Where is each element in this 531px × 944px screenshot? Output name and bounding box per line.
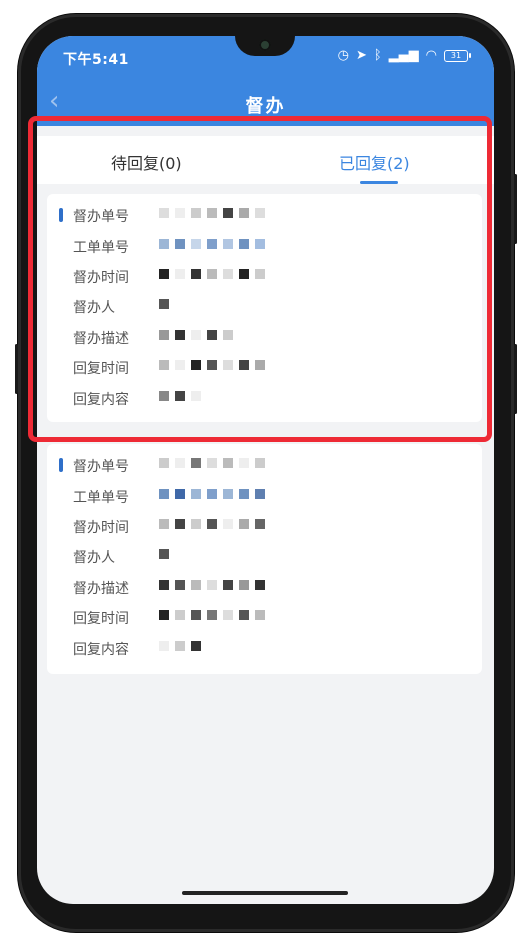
field-row: 督办人: [47, 545, 482, 567]
home-indicator[interactable]: [182, 891, 348, 895]
redacted-value: [159, 489, 265, 499]
redacted-value: [159, 641, 201, 651]
field-label: 工单单号: [73, 490, 129, 506]
field-label: 督办人: [73, 550, 115, 566]
battery-icon: 31: [444, 49, 471, 62]
power-button: [514, 344, 517, 414]
field-row: 督办时间: [47, 515, 482, 537]
side-button: [15, 344, 18, 394]
record-card-2[interactable]: 督办单号 工单单号 督办时间 督办人 督办描述 回复时间 回复内容: [47, 444, 482, 674]
redacted-value: [159, 610, 265, 620]
field-label: 回复时间: [73, 611, 129, 627]
signal-icon: ▂▄▆: [388, 48, 419, 63]
field-row: 回复内容: [47, 637, 482, 659]
back-icon[interactable]: ‹: [49, 86, 59, 116]
field-label: 回复内容: [73, 642, 129, 658]
location-icon: ➤: [355, 48, 367, 63]
highlight-box: [28, 116, 492, 442]
field-row: 工单单号: [47, 485, 482, 507]
marker-bar: [59, 458, 63, 472]
field-row: 督办描述: [47, 576, 482, 598]
alarm-icon: ◷: [337, 48, 349, 63]
volume-button: [514, 174, 517, 244]
wifi-icon: ◠: [425, 48, 437, 63]
field-label: 督办描述: [73, 581, 129, 597]
field-label: 督办时间: [73, 520, 129, 536]
bluetooth-icon: ᛒ: [373, 48, 382, 63]
redacted-value: [159, 519, 265, 529]
status-icons: ◷ ➤ ᛒ ▂▄▆ ◠ 31: [337, 48, 471, 63]
field-row: 回复时间: [47, 606, 482, 628]
redacted-value: [159, 458, 265, 468]
field-label: 督办单号: [73, 459, 129, 475]
front-camera: [259, 39, 271, 51]
field-row: 督办单号: [47, 454, 482, 476]
page-title: 督办: [245, 96, 286, 117]
status-time: 下午5:41: [63, 52, 129, 68]
redacted-value: [159, 580, 265, 590]
battery-level: 31: [450, 50, 462, 60]
redacted-value: [159, 549, 169, 559]
